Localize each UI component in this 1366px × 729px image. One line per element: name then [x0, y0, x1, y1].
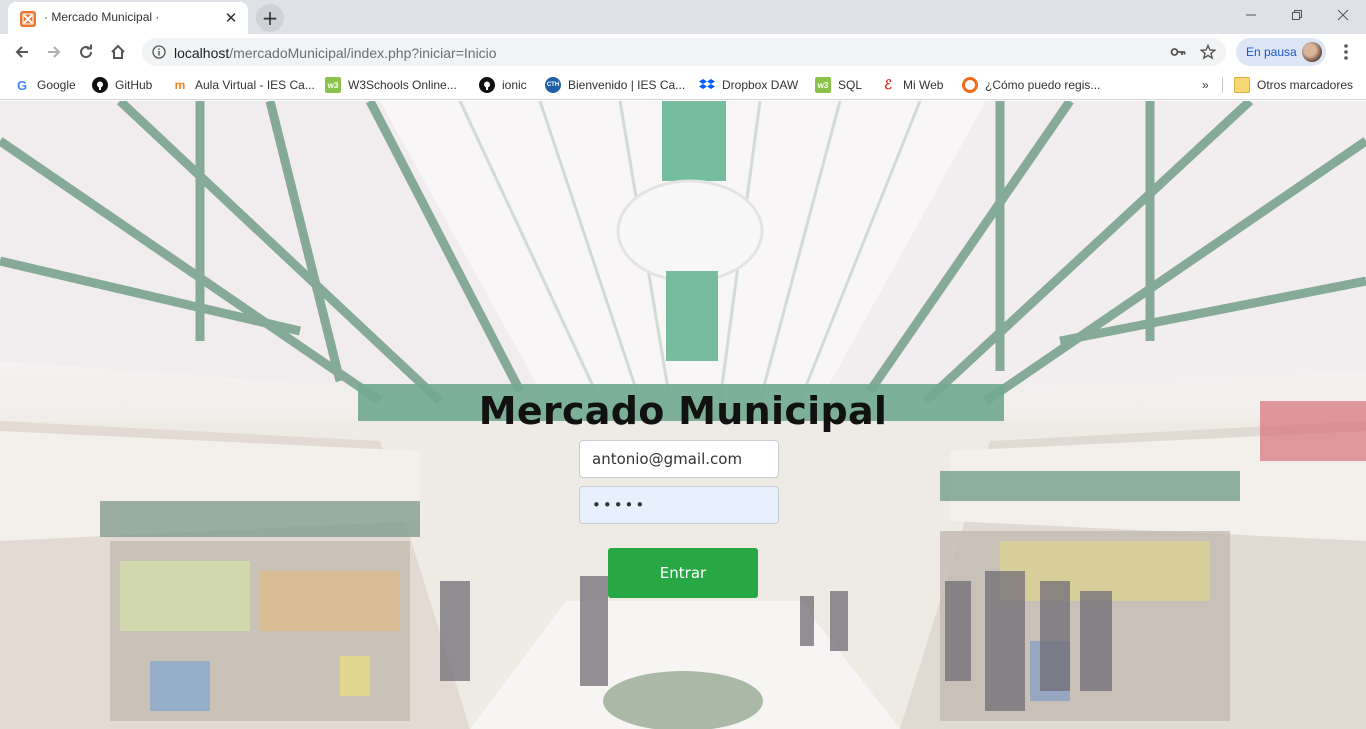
bookmark-label: W3Schools Online... [348, 78, 457, 92]
info-icon[interactable] [152, 45, 166, 62]
back-arrow-icon[interactable] [8, 38, 36, 66]
minimize-icon[interactable] [1228, 0, 1274, 30]
bookmark-mi-web[interactable]: ℰ Mi Web [880, 76, 943, 94]
bookmark-github[interactable]: GitHub [92, 76, 152, 94]
home-icon[interactable] [104, 38, 132, 66]
tab-strip: · Mercado Municipal · ✕ + [0, 0, 1366, 34]
bookmark-w3schools[interactable]: w3 W3Schools Online... [325, 76, 457, 94]
url-path: /mercadoMunicipal/index.php?iniciar=Inic… [229, 45, 497, 61]
page-content: Mercado Municipal Entrar [0, 101, 1366, 729]
new-tab-button[interactable]: + [256, 4, 284, 32]
bookmark-ionic[interactable]: ionic [479, 76, 527, 94]
circle-icon [962, 77, 978, 93]
url-text: localhost/mercadoMunicipal/index.php?ini… [174, 45, 497, 61]
page-title: Mercado Municipal [478, 389, 888, 433]
close-tab-icon[interactable]: ✕ [222, 9, 240, 27]
bookmarks-overflow-icon[interactable]: » [1202, 76, 1209, 94]
bookmark-label: Google [37, 78, 76, 92]
bookmark-label: GitHub [115, 78, 153, 92]
bookmark-label: Bienvenido | IES Ca... [568, 78, 686, 92]
menu-dots-icon[interactable] [1332, 38, 1360, 66]
google-icon: G [16, 77, 28, 93]
email-field[interactable] [579, 440, 779, 478]
bookmark-label: ionic [502, 78, 527, 92]
restore-icon[interactable] [1274, 0, 1320, 30]
reload-icon[interactable] [72, 38, 100, 66]
w3schools-icon: w3 [325, 77, 341, 93]
other-bookmarks-label: Otros marcadores [1257, 78, 1354, 92]
bookmark-label: ¿Cómo puedo regis... [985, 78, 1101, 92]
bookmark-label: Mi Web [903, 78, 944, 92]
school-icon: CTH [545, 77, 561, 93]
close-window-icon[interactable] [1320, 0, 1366, 30]
dropbox-icon [699, 77, 715, 93]
github-icon [479, 77, 495, 93]
github-icon [92, 77, 108, 93]
bookmark-label: Aula Virtual - IES Ca... [195, 78, 315, 92]
w3schools-icon: w3 [815, 77, 831, 93]
xampp-favicon-icon [20, 11, 36, 27]
bookmark-label: Dropbox DAW [722, 78, 799, 92]
bookmark-bienvenido[interactable]: CTH Bienvenido | IES Ca... [545, 76, 685, 94]
login-button[interactable]: Entrar [608, 548, 758, 598]
browser-tab[interactable]: · Mercado Municipal · ✕ [8, 2, 248, 34]
profile-pause-button[interactable]: En pausa [1236, 38, 1326, 66]
folder-icon [1234, 77, 1250, 93]
avatar [1302, 42, 1322, 62]
bookmark-label: SQL [838, 78, 863, 92]
browser-toolbar: localhost/mercadoMunicipal/index.php?ini… [0, 34, 1366, 70]
bookmarks-bar: G Google GitHub m Aula Virtual - IES Ca.… [0, 70, 1366, 100]
other-bookmarks[interactable]: Otros marcadores [1234, 76, 1353, 94]
forward-arrow-icon[interactable] [40, 38, 68, 66]
address-bar[interactable]: localhost/mercadoMunicipal/index.php?ini… [142, 38, 1226, 66]
bookmark-aula-virtual[interactable]: m Aula Virtual - IES Ca... [172, 76, 315, 94]
bookmark-dropbox[interactable]: Dropbox DAW [699, 76, 798, 94]
web-icon: ℰ [884, 77, 892, 92]
url-host: localhost [174, 45, 230, 61]
bookmark-sql[interactable]: w3 SQL [815, 76, 862, 94]
password-field[interactable] [579, 486, 779, 524]
tab-title: · Mercado Municipal · [44, 10, 160, 24]
key-icon[interactable] [1170, 45, 1186, 62]
star-icon[interactable] [1199, 43, 1217, 63]
pause-label: En pausa [1246, 45, 1297, 59]
bookmarks-divider [1222, 77, 1223, 93]
moodle-icon: m [174, 78, 186, 92]
bookmark-como-puedo[interactable]: ¿Cómo puedo regis... [962, 76, 1100, 94]
bookmark-google[interactable]: G Google [14, 76, 76, 94]
